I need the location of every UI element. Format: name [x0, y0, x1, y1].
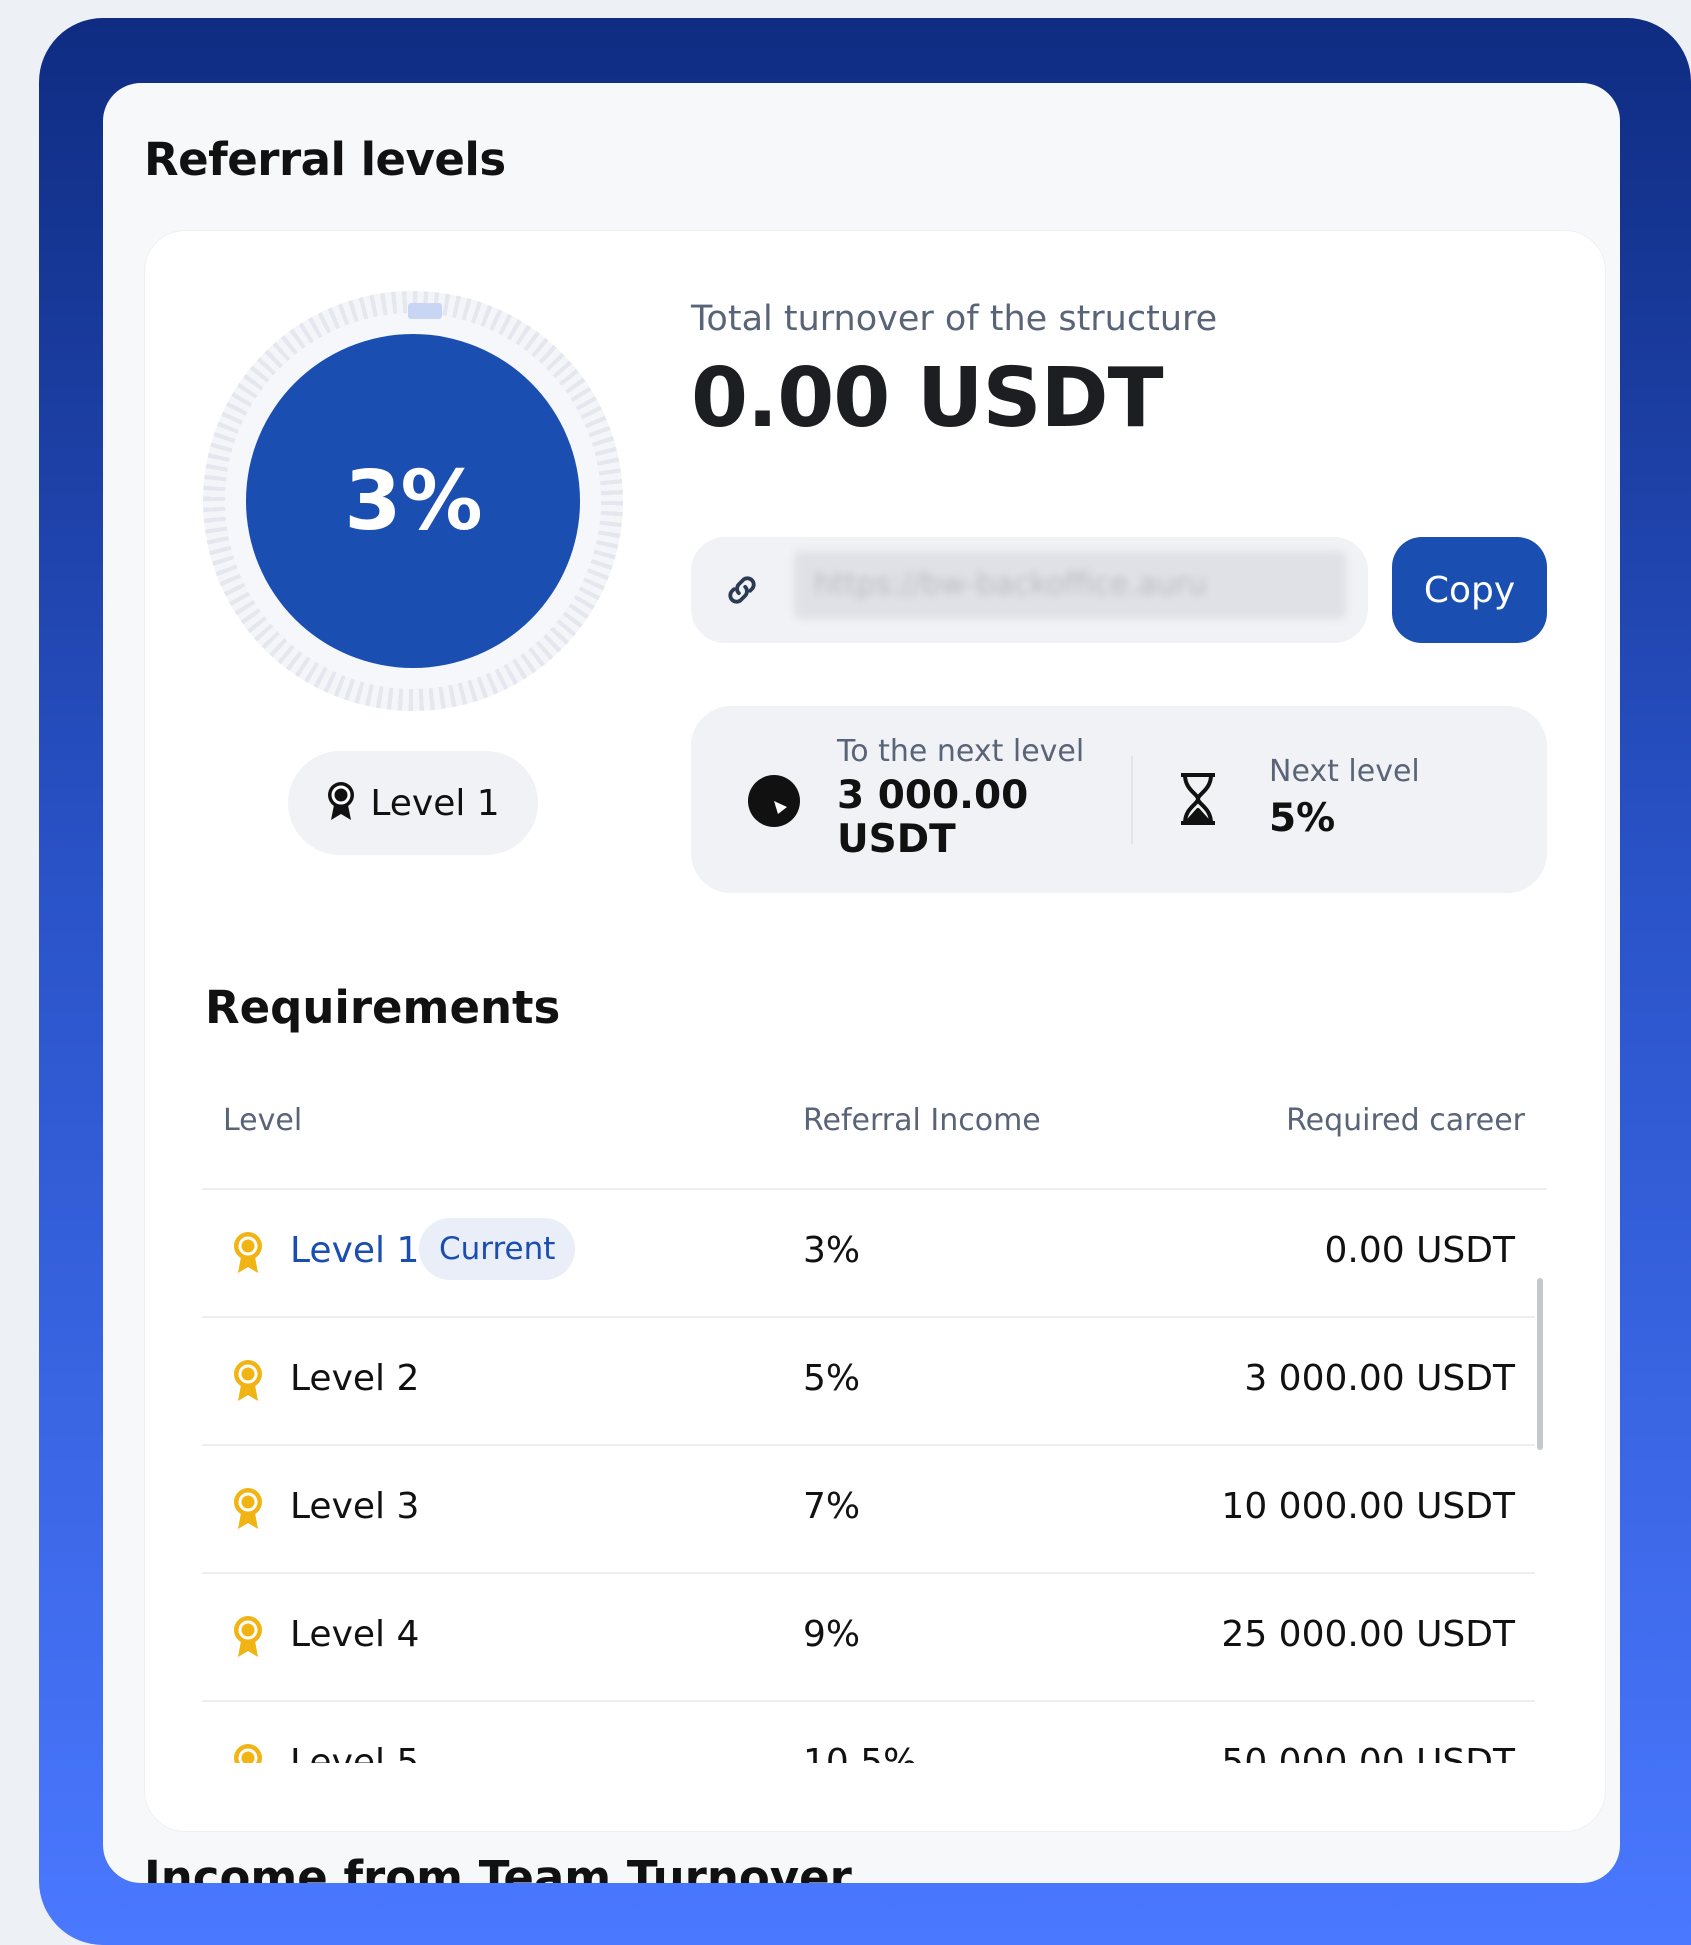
row-level: Level 2 [290, 1358, 420, 1399]
turnover-label: Total turnover of the structure [691, 299, 1218, 339]
medal-icon [326, 781, 356, 825]
next-level-value: 5% [1269, 796, 1336, 841]
current-percent: 3% [344, 453, 482, 549]
level-progress-ring: 3% [203, 291, 623, 711]
table-row: Level 5 10.5% 50 000.00 USDT [202, 1702, 1535, 1763]
row-career: 25 000.00 USDT [1221, 1614, 1515, 1655]
table-row: Level 4 9% 25 000.00 USDT [202, 1574, 1535, 1702]
current-badge: Current [419, 1218, 576, 1280]
row-income: 10.5% [803, 1742, 918, 1763]
column-header-level: Level [223, 1103, 303, 1138]
medal-icon [232, 1744, 264, 1763]
row-level: Level 3 [290, 1486, 420, 1527]
pie-chart-icon [747, 774, 801, 832]
row-career: 3 000.00 USDT [1244, 1358, 1515, 1399]
to-next-level-label: To the next level [837, 734, 1085, 769]
copy-button[interactable]: Copy [1392, 537, 1547, 643]
row-career: 10 000.00 USDT [1221, 1486, 1515, 1527]
medal-icon [232, 1616, 264, 1662]
referral-levels-panel: Referral levels 3% Level 1 Total turnove… [103, 83, 1620, 1883]
column-header-career: Required career [1286, 1103, 1525, 1138]
row-career: 50 000.00 USDT [1221, 1742, 1515, 1763]
to-next-level-value: 3 000.00 USDT [837, 773, 1029, 862]
requirements-table: Level Referral Income Required career Le… [202, 1073, 1547, 1763]
table-header: Level Referral Income Required career [202, 1073, 1547, 1190]
row-income: 9% [803, 1614, 861, 1655]
row-level: Level 5 [290, 1742, 420, 1763]
table-row: Level 1 Current 3% 0.00 USDT [202, 1190, 1535, 1318]
medal-icon [232, 1488, 264, 1534]
referral-card: 3% Level 1 Total turnover of the structu… [145, 231, 1605, 1831]
ring-center: 3% [246, 334, 580, 668]
column-header-income: Referral Income [803, 1103, 1041, 1138]
table-row: Level 2 5% 3 000.00 USDT [202, 1318, 1535, 1446]
divider [1131, 756, 1133, 844]
table-body[interactable]: Level 1 Current 3% 0.00 USDT Level 2 5% … [202, 1190, 1547, 1763]
row-income: 5% [803, 1358, 861, 1399]
next-level-box: To the next level 3 000.00 USDT Next lev… [691, 706, 1547, 893]
current-level-label: Level 1 [370, 782, 500, 824]
hourglass-icon [1177, 772, 1219, 830]
medal-icon [232, 1360, 264, 1406]
referral-link-url: https://bw-backoffice.auru [794, 551, 1346, 619]
medal-icon [232, 1232, 264, 1278]
requirements-title: Requirements [205, 981, 561, 1034]
link-icon [723, 571, 761, 613]
row-level: Level 1 [290, 1230, 420, 1271]
turnover-value: 0.00 USDT [691, 351, 1164, 446]
row-income: 7% [803, 1486, 861, 1527]
table-row: Level 3 7% 10 000.00 USDT [202, 1446, 1535, 1574]
row-income: 3% [803, 1230, 861, 1271]
referral-link-field[interactable]: https://bw-backoffice.auru [691, 537, 1368, 643]
current-level-badge: Level 1 [288, 751, 538, 855]
next-level-label: Next level [1269, 754, 1420, 789]
row-career: 0.00 USDT [1324, 1230, 1515, 1271]
row-level: Level 4 [290, 1614, 420, 1655]
next-section-title: Income from Team Turnover [144, 1851, 852, 1883]
ring-progress-marker [408, 303, 442, 319]
panel-title: Referral levels [144, 133, 506, 186]
table-scrollbar[interactable] [1537, 1278, 1543, 1450]
